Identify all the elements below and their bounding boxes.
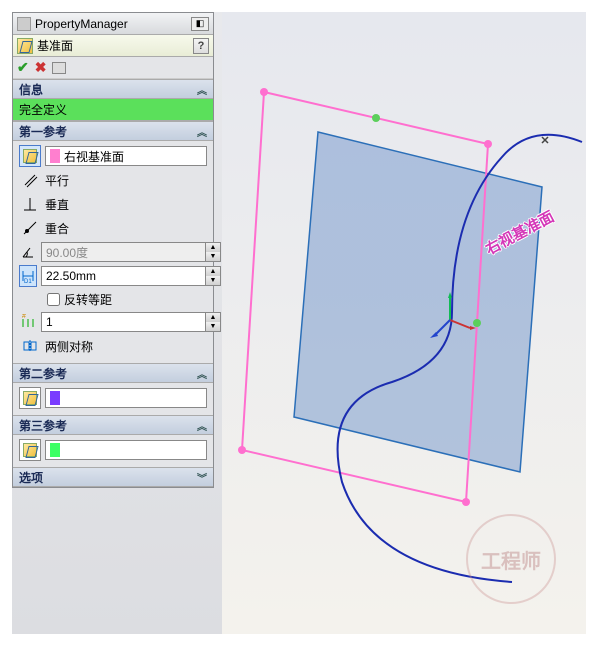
chevron-up-icon: ︽ [197,124,207,139]
svg-text:#: # [22,314,26,320]
options-header[interactable]: 选项 ︾ [13,467,213,487]
plane-icon [17,38,33,54]
instances-spin-down[interactable]: ▼ [206,322,220,331]
feature-name: 基准面 [37,37,73,54]
info-header[interactable]: 信息 ︽ [13,79,213,99]
ref1-selection-input[interactable]: 右视基准面 [45,146,207,166]
chevron-up-icon: ︽ [197,82,207,97]
instances-input[interactable] [41,312,205,332]
angle-spin-up[interactable]: ▲ [206,243,220,252]
ref2-select-icon[interactable] [19,387,41,409]
ref1-header[interactable]: 第一参考 ︽ [13,121,213,141]
angle-spin-down[interactable]: ▼ [206,252,220,261]
flip-label: 反转等距 [64,291,112,308]
distance-spin-down[interactable]: ▼ [206,276,220,285]
viewport-3d[interactable]: 右视基准面 工程师 [222,12,586,634]
ref2-selection-input[interactable] [45,388,207,408]
pm-toggle-icon[interactable]: ◧ [191,17,209,31]
ref1-select-icon[interactable] [19,145,41,167]
pin-button[interactable] [52,62,66,74]
instances-icon[interactable]: # [19,311,37,333]
plane-handle[interactable] [260,88,268,96]
coincident-label: 重合 [45,220,207,237]
ref1-selection: 右视基准面 [64,148,124,165]
feature-header: 基准面 ? [13,35,213,57]
ref1-body: 右视基准面 平行 垂直 重合 ▲▼ [13,141,213,363]
ref3-select-icon[interactable] [19,439,41,461]
help-button[interactable]: ? [193,38,209,54]
ref2-swatch [50,391,60,405]
flip-checkbox[interactable] [47,293,60,306]
ref3-swatch [50,443,60,457]
distance-spin-up[interactable]: ▲ [206,267,220,276]
ok-button[interactable]: ✔ [17,59,29,76]
distance-icon[interactable]: D1 [19,265,37,287]
perpendicular-icon[interactable] [19,193,41,215]
action-row: ✔ ✖ [13,57,213,79]
symmetric-label: 两侧对称 [45,338,207,355]
ref3-body [13,435,213,467]
status-fully-defined: 完全定义 [13,99,213,121]
instances-spin-up[interactable]: ▲ [206,313,220,322]
property-manager-panel: PropertyManager ◧ 基准面 ? ✔ ✖ 信息 ︽ 完全定义 第一… [12,12,214,488]
plane-handle-mid[interactable] [372,114,380,122]
sketch-point [542,137,548,143]
datum-plane-face[interactable] [294,132,542,472]
plane-handle-mid[interactable] [473,319,481,327]
chevron-up-icon: ︽ [197,418,207,433]
pm-header: PropertyManager ◧ [13,13,213,35]
ref2-body [13,383,213,415]
coincident-icon[interactable] [19,217,41,239]
symmetric-icon[interactable] [19,335,41,357]
pm-icon [17,17,31,31]
parallel-icon[interactable] [19,169,41,191]
perpendicular-label: 垂直 [45,196,207,213]
plane-handle[interactable] [484,140,492,148]
cancel-button[interactable]: ✖ [35,59,47,76]
chevron-down-icon: ︾ [197,470,207,485]
svg-text:D1: D1 [24,279,32,284]
parallel-label: 平行 [45,172,207,189]
ref1-swatch [50,149,60,163]
angle-input[interactable] [41,242,205,262]
ref3-selection-input[interactable] [45,440,207,460]
ref3-header[interactable]: 第三参考 ︽ [13,415,213,435]
plane-handle[interactable] [462,498,470,506]
chevron-up-icon: ︽ [197,366,207,381]
pm-title: PropertyManager [35,17,128,31]
distance-input[interactable] [41,266,205,286]
ref2-header[interactable]: 第二参考 ︽ [13,363,213,383]
plane-handle[interactable] [238,446,246,454]
angle-icon[interactable] [19,241,37,263]
